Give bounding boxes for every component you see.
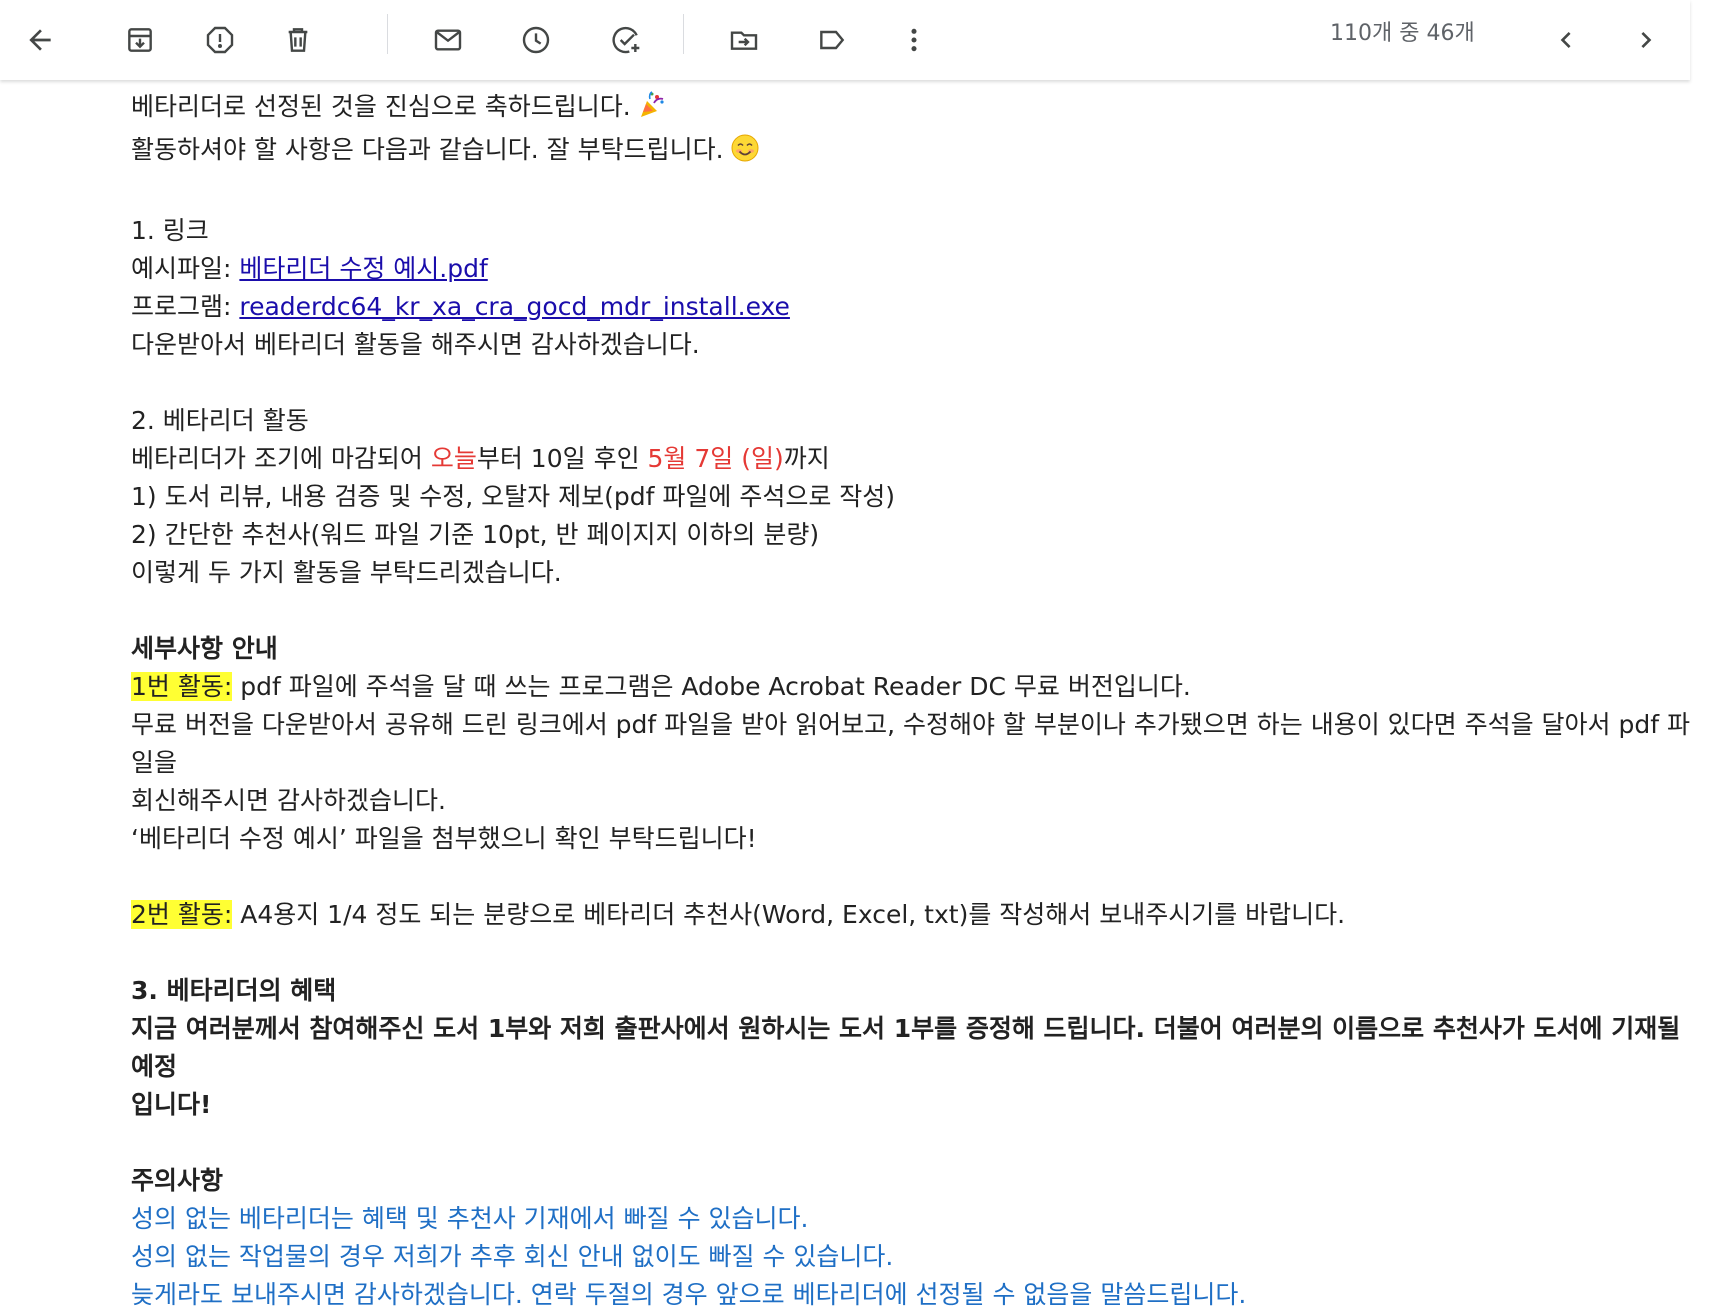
intro-text: 베타리더로 선정된 것을 진심으로 축하드립니다. xyxy=(131,92,631,121)
activity-2-detail: 2번 활동: A4용지 1/4 정도 되는 분량으로 베타리더 추천사(Word… xyxy=(131,896,1693,934)
activity-1-label: 1번 활동: xyxy=(131,672,233,701)
activity-1: 1) 도서 리뷰, 내용 검증 및 수정, 오탈자 제보(pdf 파일에 주석으… xyxy=(131,482,896,511)
activity-2-text: A4용지 1/4 정도 되는 분량으로 베타리더 추천사(Word, Excel… xyxy=(232,900,1346,929)
activity-closing: 이렇게 두 가지 활동을 부탁드리겠습니다. xyxy=(131,558,562,587)
activity-2-label: 2번 활동: xyxy=(131,900,233,929)
add-task-icon[interactable] xyxy=(598,12,654,68)
activity-1-desc: 무료 버전을 다운받아서 공유해 드린 링크에서 pdf 파일을 받아 읽어보고… xyxy=(131,710,1690,777)
details-title: 세부사항 안내 xyxy=(131,634,278,663)
more-vert-icon[interactable] xyxy=(886,12,942,68)
benefit-text: 지금 여러분께서 참여해주신 도서 1부와 저희 출판사에서 원하시는 도서 1… xyxy=(131,1014,1681,1081)
activity-1-text: pdf 파일에 주석을 달 때 쓰는 프로그램은 Adobe Acrobat R… xyxy=(232,672,1191,701)
program-link[interactable]: readerdc64_kr_xa_cra_gocd_mdr_install.ex… xyxy=(239,292,790,321)
archive-icon[interactable] xyxy=(112,12,168,68)
example-file-line: 예시파일: 베타리더 수정 예시.pdf xyxy=(131,250,1693,288)
message-counter: 110개 중 46개 xyxy=(1330,21,1475,46)
activity-1-detail: 1번 활동: pdf 파일에 주석을 달 때 쓰는 프로그램은 Adobe Ac… xyxy=(131,668,1693,706)
chevron-left-icon[interactable] xyxy=(1538,12,1594,68)
program-line: 프로그램: readerdc64_kr_xa_cra_gocd_mdr_inst… xyxy=(131,288,1693,326)
intro-line: 활동하셔야 할 사항은 다음과 같습니다. 잘 부탁드립니다. xyxy=(131,131,1693,174)
caution-item: 성의 없는 베타리더는 혜택 및 추천사 기재에서 빠질 수 있습니다. xyxy=(131,1204,809,1233)
toolbar: 110개 중 46개 xyxy=(0,0,1690,80)
caution-item: 늦게라도 보내주시면 감사하겠습니다. 연락 두절의 경우 앞으로 베타리더에 … xyxy=(131,1280,1247,1309)
example-file-link[interactable]: 베타리더 수정 예시.pdf xyxy=(239,254,487,283)
period-deadline: 5월 7일 (일) xyxy=(647,444,784,473)
period-text: 부터 10일 후인 xyxy=(476,444,648,473)
activity-2: 2) 간단한 추천사(워드 파일 기준 10pt, 반 페이지지 이하의 분량) xyxy=(131,520,820,549)
report-spam-icon[interactable] xyxy=(192,12,248,68)
mark-unread-icon[interactable] xyxy=(420,12,476,68)
download-note: 다운받아서 베타리더 활동을 해주시면 감사하겠습니다. xyxy=(131,330,700,359)
label-icon[interactable] xyxy=(804,12,860,68)
period-text: 베타리더가 조기에 마감되어 xyxy=(131,444,431,473)
toolbar-divider xyxy=(683,14,684,54)
delete-icon[interactable] xyxy=(270,12,326,68)
intro-text: 활동하셔야 할 사항은 다음과 같습니다. 잘 부탁드립니다. xyxy=(131,135,724,164)
chevron-right-icon[interactable] xyxy=(1618,12,1674,68)
section-2-title: 2. 베타리더 활동 xyxy=(131,406,309,435)
activity-1-desc: 회신해주시면 감사하겠습니다. xyxy=(131,786,446,815)
smiling-face-icon xyxy=(730,133,760,174)
example-file-label: 예시파일: xyxy=(131,254,240,283)
back-arrow-icon[interactable] xyxy=(12,12,68,68)
email-body: 베타리더로 선정된 것을 진심으로 축하드립니다. 활동하셔야 할 사항은 다음… xyxy=(131,88,1693,1314)
snooze-icon[interactable] xyxy=(508,12,564,68)
period-today: 오늘 xyxy=(430,444,477,473)
activity-1-desc: ‘베타리더 수정 예시’ 파일을 첨부했으니 확인 부탁드립니다! xyxy=(131,824,757,853)
program-label: 프로그램: xyxy=(131,292,240,321)
section-1-title: 1. 링크 xyxy=(131,216,209,245)
caution-title: 주의사항 xyxy=(131,1166,224,1195)
toolbar-divider xyxy=(387,14,388,54)
section-3-title: 3. 베타리더의 혜택 xyxy=(131,976,337,1005)
period-text: 까지 xyxy=(783,444,830,473)
benefit-text: 입니다! xyxy=(131,1090,212,1119)
intro-line: 베타리더로 선정된 것을 진심으로 축하드립니다. xyxy=(131,88,1693,131)
move-to-icon[interactable] xyxy=(716,12,772,68)
period-line: 베타리더가 조기에 마감되어 오늘부터 10일 후인 5월 7일 (일)까지 xyxy=(131,440,1693,478)
party-popper-icon xyxy=(637,90,667,131)
